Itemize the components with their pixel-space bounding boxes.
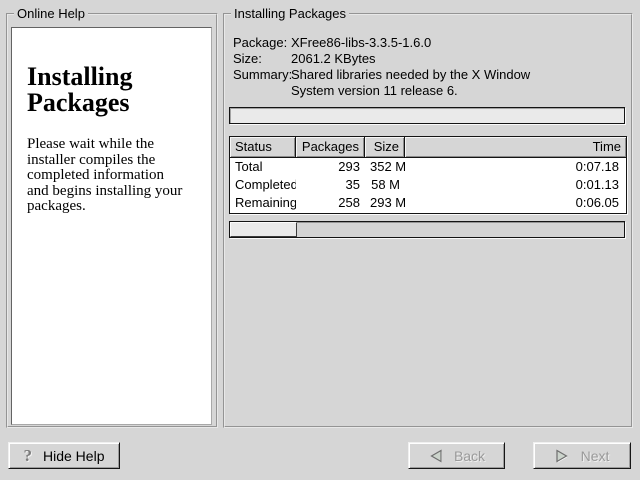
cell-time: 0:07.18 (405, 158, 626, 176)
summary-label: Summary: (233, 67, 291, 99)
package-progress-bar (229, 107, 625, 124)
cell-size: 58 M (365, 176, 405, 194)
help-body-text: Please wait while the installer compiles… (27, 137, 201, 215)
cell-packages: 293 (296, 158, 365, 176)
table-row-completed[interactable]: Completed 35 58 M 0:01.13 (230, 176, 626, 194)
size-label: Size: (233, 51, 291, 67)
table-row-total[interactable]: Total 293 352 M 0:07.18 (230, 158, 626, 176)
hide-help-button-label: Hide Help (43, 448, 104, 464)
cell-status: Remaining (230, 194, 296, 212)
online-help-frame: Online Help Installing Packages Please w… (6, 13, 218, 428)
total-progress-bar (229, 221, 625, 238)
right-arrow-icon (555, 448, 570, 463)
status-table-header: Status Packages Size Time (230, 137, 626, 158)
status-table-body: Total 293 352 M 0:07.18 Completed 35 58 … (230, 158, 626, 213)
column-header-size[interactable]: Size (365, 137, 405, 158)
status-table: Status Packages Size Time Total 293 352 … (229, 136, 627, 214)
next-button[interactable]: Next (533, 442, 631, 469)
cell-status: Completed (230, 176, 296, 194)
package-info: Package: XFree86-libs-3.3.5-1.6.0 Size: … (233, 35, 530, 99)
column-header-status[interactable]: Status (230, 137, 296, 158)
cell-time: 0:01.13 (405, 176, 626, 194)
installing-packages-frame-label: Installing Packages (231, 6, 349, 21)
column-header-packages[interactable]: Packages (296, 137, 365, 158)
cell-time: 0:06.05 (405, 194, 626, 212)
size-value: 2061.2 KBytes (291, 51, 530, 67)
total-progress-fill (230, 222, 297, 237)
installing-packages-frame: Installing Packages Package: XFree86-lib… (223, 13, 633, 428)
cell-packages: 258 (296, 194, 365, 212)
table-row-remaining[interactable]: Remaining 258 293 M 0:06.05 (230, 194, 626, 212)
help-text-panel: Installing Packages Please wait while th… (11, 27, 212, 425)
left-arrow-icon (428, 448, 443, 463)
cell-size: 352 M (365, 158, 405, 176)
help-title: Installing Packages (27, 64, 201, 116)
cell-status: Total (230, 158, 296, 176)
online-help-frame-label: Online Help (14, 6, 88, 21)
help-content: Installing Packages Please wait while th… (12, 28, 211, 215)
installer-window: { "colors": { "window_bg": "#d6d6d6", "h… (0, 0, 640, 480)
cell-packages: 35 (296, 176, 365, 194)
next-button-label: Next (581, 448, 610, 464)
back-button-label: Back (454, 448, 485, 464)
cell-size: 293 M (365, 194, 405, 212)
summary-value: Shared libraries needed by the X Window … (291, 67, 530, 99)
package-label: Package: (233, 35, 291, 51)
column-header-time[interactable]: Time (405, 137, 626, 158)
hide-help-button[interactable]: ? Hide Help (8, 442, 120, 469)
package-value: XFree86-libs-3.3.5-1.6.0 (291, 35, 530, 51)
question-mark-icon: ? (24, 447, 33, 464)
back-button[interactable]: Back (408, 442, 505, 469)
